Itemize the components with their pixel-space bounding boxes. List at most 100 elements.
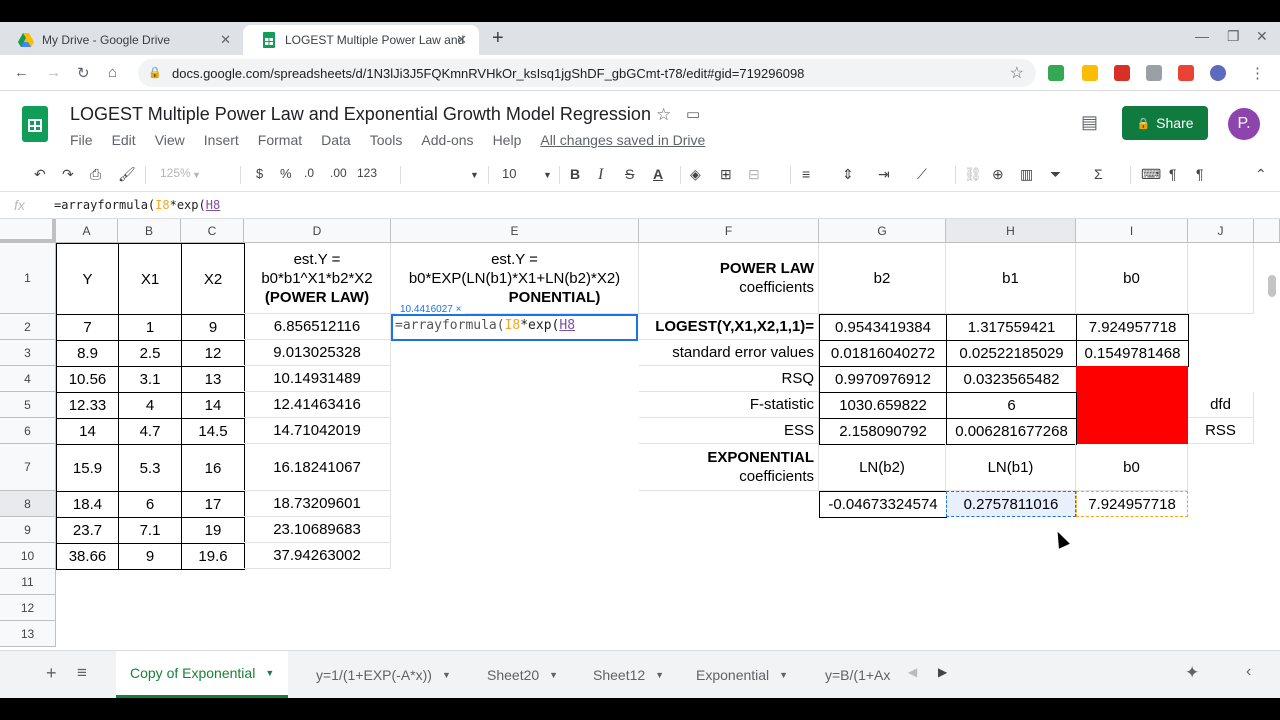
row-header[interactable]: 1 bbox=[0, 243, 56, 314]
cell-g1[interactable]: b2 bbox=[819, 243, 946, 314]
currency-button[interactable]: $ bbox=[256, 166, 263, 181]
menu-tools[interactable]: Tools bbox=[370, 132, 403, 148]
cell-b1[interactable]: X1 bbox=[118, 243, 182, 315]
font-size-dropdown-icon[interactable]: ▼ bbox=[543, 170, 552, 180]
cell-i7[interactable]: b0 bbox=[1076, 444, 1188, 491]
cell-d10[interactable]: 37.94263002 bbox=[244, 543, 391, 569]
share-button[interactable]: 🔒 Share bbox=[1122, 106, 1208, 140]
cell-f5[interactable]: F-statistic bbox=[639, 392, 819, 418]
move-folder-icon[interactable]: ▭ bbox=[686, 105, 700, 123]
cell-d6[interactable]: 14.71042019 bbox=[244, 418, 391, 444]
drive-extension-icon[interactable] bbox=[1048, 65, 1064, 81]
menu-insert[interactable]: Insert bbox=[204, 132, 239, 148]
cell-a10[interactable]: 38.66 bbox=[56, 543, 119, 570]
cell-g4[interactable]: 0.9970976912 bbox=[819, 366, 947, 393]
cell-h6[interactable]: 0.006281677268 bbox=[946, 418, 1077, 445]
formula-bar[interactable]: fx =arrayformula(I8*exp(H8 bbox=[0, 193, 1280, 219]
cell-g8[interactable]: -0.04673324574 bbox=[819, 491, 947, 518]
font-size-select[interactable]: 10 bbox=[502, 166, 516, 181]
cell-a8[interactable]: 18.4 bbox=[56, 491, 119, 518]
cell-d4[interactable]: 10.14931489 bbox=[244, 366, 391, 392]
print-icon[interactable]: ⎙ bbox=[90, 166, 101, 183]
row-header[interactable]: 9 bbox=[0, 517, 56, 543]
vertical-scrollbar[interactable] bbox=[1268, 275, 1276, 297]
ltr-icon[interactable]: ¶ bbox=[1169, 166, 1177, 182]
cell-h4[interactable]: 0.0323565482 bbox=[946, 366, 1077, 393]
cell-f2[interactable]: LOGEST(Y,X1,X2,1,1)= bbox=[639, 314, 819, 340]
filter-icon[interactable]: ⏷ bbox=[1050, 166, 1061, 183]
sheet-tab-sheet12[interactable]: Sheet12 ▼ bbox=[579, 651, 678, 698]
comment-icon[interactable]: ▤ bbox=[1081, 112, 1098, 133]
cell-a1[interactable]: Y bbox=[56, 243, 119, 315]
tab-logest-sheet[interactable]: LOGEST Multiple Power Law and ✕ bbox=[243, 25, 479, 55]
cell-g7[interactable]: LN(b2) bbox=[819, 444, 946, 491]
cell-d2[interactable]: 6.856512116 bbox=[244, 314, 391, 340]
menu-edit[interactable]: Edit bbox=[112, 132, 136, 148]
row-header[interactable]: 12 bbox=[0, 595, 56, 621]
dropbox-extension-icon[interactable] bbox=[1146, 65, 1162, 81]
cell-b3[interactable]: 2.5 bbox=[118, 340, 182, 367]
new-tab-icon[interactable]: + bbox=[492, 27, 504, 50]
extension-icon[interactable] bbox=[1082, 65, 1098, 81]
column-header-j[interactable]: J bbox=[1188, 219, 1254, 243]
horizontal-align-icon[interactable]: ≡ bbox=[802, 166, 810, 182]
cell-b7[interactable]: 5.3 bbox=[118, 444, 182, 492]
cell-g6[interactable]: 2.158090792 bbox=[819, 418, 947, 445]
cell-f4[interactable]: RSQ bbox=[639, 366, 819, 392]
cell-a4[interactable]: 10.56 bbox=[56, 366, 119, 393]
merge-cells-icon[interactable]: ⊟ bbox=[748, 166, 760, 183]
headset-extension-icon[interactable] bbox=[1210, 65, 1226, 81]
fill-color-icon[interactable]: ◈ bbox=[690, 166, 701, 183]
cell-d1[interactable]: est.Y = b0*b1^X1*b2*X2 (POWER LAW) bbox=[244, 243, 391, 314]
column-header-h[interactable]: H bbox=[946, 219, 1076, 243]
cell-i3[interactable]: 0.1549781468 bbox=[1076, 340, 1189, 367]
close-tab-icon[interactable]: ✕ bbox=[456, 32, 467, 48]
cell-c2[interactable]: 9 bbox=[181, 314, 245, 341]
cell-h1[interactable]: b1 bbox=[946, 243, 1076, 314]
cell-c1[interactable]: X2 bbox=[181, 243, 245, 315]
menu-view[interactable]: View bbox=[155, 132, 185, 148]
error-cell-i4-i6[interactable] bbox=[1076, 366, 1188, 444]
cell-b2[interactable]: 1 bbox=[118, 314, 182, 341]
cell-f6[interactable]: ESS bbox=[639, 418, 819, 444]
spreadsheet-grid[interactable]: A B C D E F G H I J 1 2 3 4 5 6 7 8 9 10… bbox=[0, 219, 1280, 650]
cell-e2-editor[interactable]: =arrayformula(I8*exp(H8 bbox=[391, 314, 638, 341]
cell-j1[interactable] bbox=[1188, 243, 1254, 314]
cell-c6[interactable]: 14.5 bbox=[181, 418, 245, 445]
select-all-corner[interactable] bbox=[0, 219, 56, 243]
insert-comment-icon[interactable]: ⊕ bbox=[992, 166, 1004, 183]
cell-d5[interactable]: 12.41463416 bbox=[244, 392, 391, 418]
sheet-tab-sheet20[interactable]: Sheet20 ▼ bbox=[473, 651, 572, 698]
cell-b5[interactable]: 4 bbox=[118, 392, 182, 419]
text-wrap-icon[interactable]: ⇥ bbox=[878, 166, 890, 183]
row-header[interactable]: 2 bbox=[0, 314, 56, 340]
cell-j6[interactable]: RSS bbox=[1188, 418, 1254, 444]
office-extension-icon[interactable] bbox=[1178, 65, 1194, 81]
omnibox[interactable]: 🔒 docs.google.com/spreadsheets/d/1N3lJi3… bbox=[138, 59, 1036, 87]
browser-menu-icon[interactable]: ⋮ bbox=[1250, 64, 1265, 82]
bookmark-star-icon[interactable]: ☆ bbox=[1010, 63, 1024, 83]
sheet-tab-exponential[interactable]: Exponential ▼ bbox=[682, 651, 802, 698]
cell-c10[interactable]: 19.6 bbox=[181, 543, 245, 570]
save-status[interactable]: All changes saved in Drive bbox=[540, 132, 705, 148]
rtl-icon[interactable]: ¶ bbox=[1196, 166, 1204, 182]
column-header-i[interactable]: I bbox=[1076, 219, 1188, 243]
cell-i8[interactable]: 7.924957718 bbox=[1076, 491, 1188, 517]
cell-a2[interactable]: 7 bbox=[56, 314, 119, 341]
cell-a6[interactable]: 14 bbox=[56, 418, 119, 445]
sheet-tab-logistic[interactable]: y=1/(1+EXP(-A*x)) ▼ bbox=[302, 651, 465, 698]
row-header[interactable]: 11 bbox=[0, 569, 56, 595]
row-header[interactable]: 10 bbox=[0, 543, 56, 569]
sheets-logo-icon[interactable] bbox=[22, 106, 48, 142]
cell-h3[interactable]: 0.02522185029 bbox=[946, 340, 1077, 367]
formula-text[interactable]: =arrayformula(I8*exp(H8 bbox=[54, 198, 220, 212]
home-icon[interactable]: ⌂ bbox=[108, 64, 117, 81]
sheet-tab-copy-of-exponential[interactable]: Copy of Exponential ▼ bbox=[116, 651, 289, 698]
font-dropdown-icon[interactable]: ▼ bbox=[470, 170, 479, 180]
redo-icon[interactable]: ↷ bbox=[62, 166, 74, 183]
row-header[interactable]: 13 bbox=[0, 621, 56, 647]
vertical-align-icon[interactable]: ⇕ bbox=[842, 166, 854, 183]
reload-icon[interactable]: ↻ bbox=[77, 64, 90, 82]
minimize-icon[interactable]: — bbox=[1195, 28, 1209, 44]
row-header[interactable]: 8 bbox=[0, 491, 56, 517]
